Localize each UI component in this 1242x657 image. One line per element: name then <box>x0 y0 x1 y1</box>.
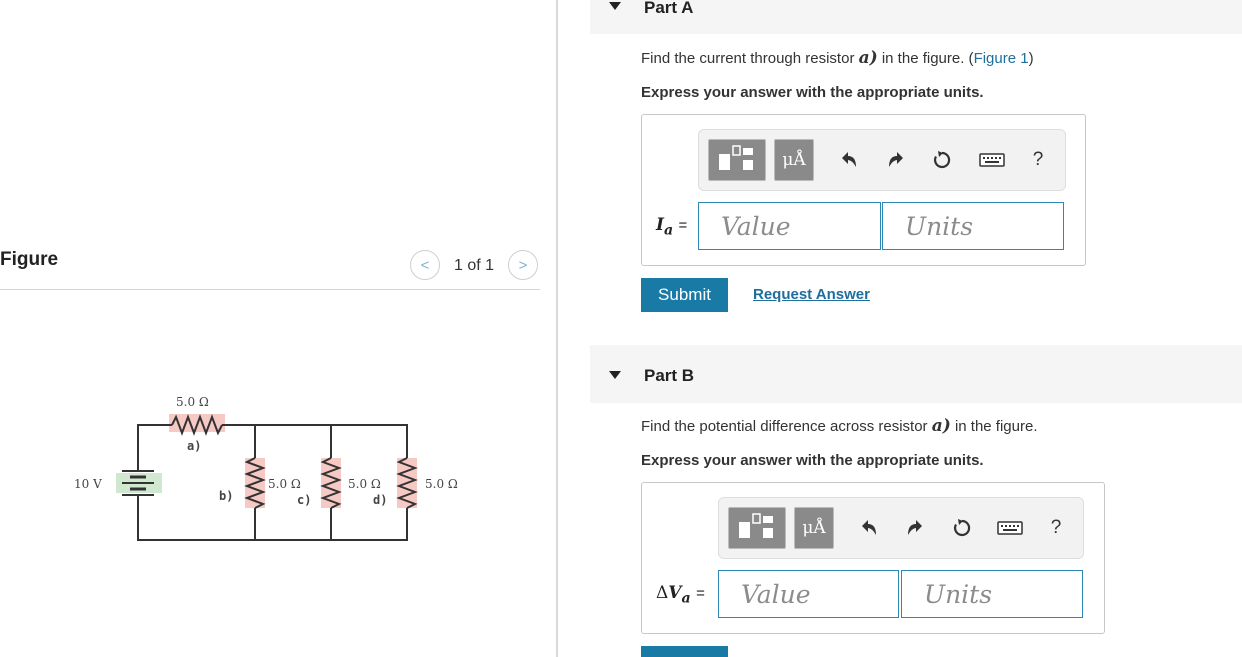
resistor-d-value: 5.0 Ω <box>425 477 458 491</box>
chevron-right-icon: > <box>518 256 528 274</box>
part-b-question: Find the potential difference across res… <box>641 416 1038 436</box>
part-b-instruction: Express your answer with the appropriate… <box>641 452 984 469</box>
wire-bottom <box>137 496 408 541</box>
redo-icon[interactable] <box>886 149 908 171</box>
part-b-title: Part B <box>644 366 695 385</box>
collapse-triangle-icon[interactable] <box>609 2 621 10</box>
templates-icon <box>719 145 753 170</box>
figure-link[interactable]: Figure 1 <box>974 50 1029 67</box>
help-icon[interactable]: ? <box>1045 517 1067 539</box>
undo-icon[interactable] <box>837 149 859 171</box>
wire-top <box>222 424 408 458</box>
templates-button[interactable] <box>708 139 766 181</box>
reset-icon[interactable] <box>951 517 973 539</box>
part-a-request-answer-link[interactable]: Request Answer <box>753 286 870 303</box>
resistor-c-value: 5.0 Ω <box>348 477 381 491</box>
part-a-math-toolbar: μÅ ? <box>698 129 1066 191</box>
part-a-question: Find the current through resistor a) in … <box>641 48 1034 68</box>
keyboard-icon[interactable] <box>979 149 1005 171</box>
part-b-answer-box: μÅ ? ΔVa = Value Units <box>641 482 1105 634</box>
reset-icon[interactable] <box>931 149 953 171</box>
part-a-value-input[interactable]: Value <box>698 202 881 250</box>
part-a-variable-label: Ia = <box>656 215 688 239</box>
resistor-a-value: 5.0 Ω <box>176 395 209 409</box>
redo-icon[interactable] <box>905 517 927 539</box>
resistor-b-value: 5.0 Ω <box>268 477 301 491</box>
part-b-value-input[interactable]: Value <box>718 570 899 618</box>
panel-separator <box>556 0 558 657</box>
units-button[interactable]: μÅ <box>774 139 814 181</box>
resistor-a-tag: a) <box>187 439 201 453</box>
chevron-left-icon: < <box>420 256 430 274</box>
units-button[interactable]: μÅ <box>794 507 834 549</box>
templates-button[interactable] <box>728 507 786 549</box>
figure-page-indicator: 1 of 1 <box>454 257 495 274</box>
templates-icon <box>739 513 773 538</box>
part-a-title: Part A <box>644 0 694 17</box>
next-figure-button[interactable]: > <box>508 250 538 280</box>
wire-left-top <box>137 424 172 470</box>
part-a-answer-box: μÅ ? Ia = Value Units <box>641 114 1086 266</box>
part-a-submit-button[interactable]: Submit <box>641 278 728 312</box>
part-b-units-input[interactable]: Units <box>901 570 1083 618</box>
previous-figure-button[interactable]: < <box>410 250 440 280</box>
undo-icon[interactable] <box>857 517 879 539</box>
part-b-submit-button[interactable] <box>641 646 728 657</box>
help-icon[interactable]: ? <box>1027 149 1049 171</box>
collapse-triangle-icon[interactable] <box>609 371 621 379</box>
part-b-variable-label: ΔVa = <box>656 583 705 607</box>
resistor-b-tag: b) <box>219 489 233 503</box>
part-a-instruction: Express your answer with the appropriate… <box>641 84 984 101</box>
part-a-units-input[interactable]: Units <box>882 202 1064 250</box>
resistor-d-tag: d) <box>373 493 387 507</box>
figure-title: Figure <box>0 249 59 270</box>
part-b-math-toolbar: μÅ ? <box>718 497 1084 559</box>
battery-label: 10 V <box>74 477 102 491</box>
resistor-c-tag: c) <box>297 493 311 507</box>
keyboard-icon[interactable] <box>997 517 1023 539</box>
circuit-diagram: 10 V 5.0 Ω a) 5.0 Ω b) 5.0 Ω c) 5.0 Ω d) <box>74 395 458 541</box>
figure-divider <box>0 289 540 290</box>
